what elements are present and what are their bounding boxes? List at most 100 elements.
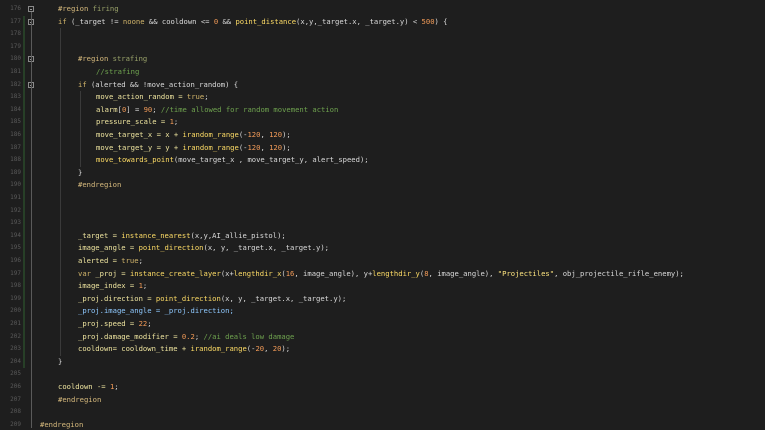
fold-guide-line [30,12,32,428]
line-number: 198 [10,282,21,290]
line-number: 187 [10,143,21,151]
indent-guide [60,28,61,356]
code-token: ; [194,331,204,341]
code-token: irandom_range [182,130,239,139]
code-token: && cooldown <= [144,16,214,26]
line-number: 194 [10,231,21,239]
code-token: ; [173,117,179,127]
code-line[interactable]: cooldown -= 1; [58,381,119,394]
code-token: ] = [126,104,144,114]
code-line[interactable]: } [58,356,62,369]
code-token: image_index = [78,281,139,291]
code-token: //time allowed for random movement actio… [160,104,339,114]
code-token: ; [142,281,148,291]
code-token: irandom_range [190,344,247,354]
line-number: 177 [10,17,21,25]
code-line[interactable]: } [78,167,82,180]
code-line[interactable]: move_action_random = true; [96,91,209,104]
code-token: , image_angle), y+ [294,268,373,278]
line-number: 205 [10,370,21,378]
code-line[interactable]: image_angle = point_direction(x, y, _tar… [78,242,329,255]
code-token: _target = [78,230,122,240]
line-number: 178 [10,30,21,38]
code-line[interactable]: #region strafing [78,53,147,66]
code-line[interactable]: alarm[0] = 90; //time allowed for random… [96,104,338,117]
code-token: move_target_x = x + [96,130,183,139]
code-token: true [186,92,205,102]
line-number: 189 [10,168,21,176]
line-number: 207 [10,395,21,403]
code-token: 20 [255,344,265,354]
code-token: //strafing [96,67,140,76]
code-token: #endregion [40,419,84,429]
code-token: if [78,79,91,89]
code-token: instance_create_layer [129,268,221,278]
code-token: 22 [138,319,148,328]
code-line[interactable]: image_index = 1; [78,280,147,293]
code-token: (move_target_x , move_target_y, alert_sp… [173,155,369,165]
line-number: 193 [10,219,21,227]
line-number: 181 [10,68,21,75]
code-line[interactable]: pressure_scale = 1; [96,116,178,129]
line-number: 186 [10,131,21,138]
code-token: ); [281,344,291,354]
code-line[interactable]: //strafing [96,66,139,79]
line-number: 192 [10,206,21,214]
code-token: ; [138,256,143,265]
code-line[interactable]: if (alerted && !move_action_random) { [78,79,238,92]
code-token: (x+ [220,268,234,278]
code-line[interactable]: var _proj = instance_create_layer(x+leng… [78,268,684,281]
code-token: ) { [434,16,448,26]
code-token: } [58,356,63,366]
code-line[interactable]: cooldown= cooldown_time + irandom_range(… [78,343,290,356]
line-number: 200 [10,307,21,315]
line-number: 190 [10,181,21,189]
code-line[interactable]: #endregion [40,419,83,430]
code-line[interactable]: #endregion [78,179,121,192]
code-token: "Projectiles" [497,268,555,278]
code-editor[interactable]: 176 177 178 179 180 181 182 183 184 185 186 187 188 1… [0,0,765,430]
code-token: _proj.speed = [78,319,139,328]
line-number: 195 [10,244,21,252]
code-line[interactable]: move_towards_point(move_target_x , move_… [96,154,369,167]
line-number: 196 [10,257,21,264]
code-token: ; [204,92,209,102]
code-token: lengthdir_y [372,268,420,278]
code-token: 120 [269,142,283,152]
code-line[interactable]: _proj.damage_modifier = 0.2; //ai deals … [78,331,294,344]
code-line[interactable]: _proj.image_angle = _proj.direction; [78,305,234,318]
code-area[interactable]: #region firing if (_target != noone && co… [40,0,765,430]
line-number: 176 [10,5,21,12]
code-token: if [58,16,71,26]
code-line[interactable]: if (_target != noone && cooldown <= 0 &&… [58,16,448,29]
code-token: noone [122,16,145,26]
line-number: 199 [10,294,21,302]
code-token: alerted = [78,256,122,265]
code-line[interactable]: alerted = true; [78,255,143,268]
code-line[interactable]: #region firing [58,3,119,16]
fold-margin [22,0,40,430]
code-line[interactable]: move_target_y = y + irandom_range(-120, … [96,142,291,155]
code-line[interactable]: _proj.direction = point_direction(x, y, … [78,293,346,306]
code-token: && [218,16,236,26]
code-line[interactable]: move_target_x = x + irandom_range(-120, … [96,129,291,142]
code-token: , obj_projectile_rifle_enemy); [554,268,684,278]
line-number: 188 [10,156,21,164]
code-token: #endregion [78,180,122,190]
line-number: 204 [10,357,21,365]
code-token: _proj.direction = [78,293,156,303]
line-number: 202 [10,332,21,340]
code-token: #region [58,4,93,13]
code-line[interactable]: _target = instance_nearest(x,y,AI_allie_… [78,230,286,243]
code-token: (alerted && !move_action_random) { [90,79,239,89]
line-number: 185 [10,118,21,126]
code-token: 500 [421,16,435,26]
code-line[interactable]: #endregion [58,394,101,407]
code-line[interactable]: _proj.speed = 22; [78,318,152,331]
code-token: ; [152,104,161,114]
code-token: move_target_y = y + [96,142,183,152]
line-number: 206 [10,383,21,390]
code-token: ; [147,319,152,328]
code-token: point_distance [235,16,297,26]
code-token: image_angle = [78,243,139,253]
